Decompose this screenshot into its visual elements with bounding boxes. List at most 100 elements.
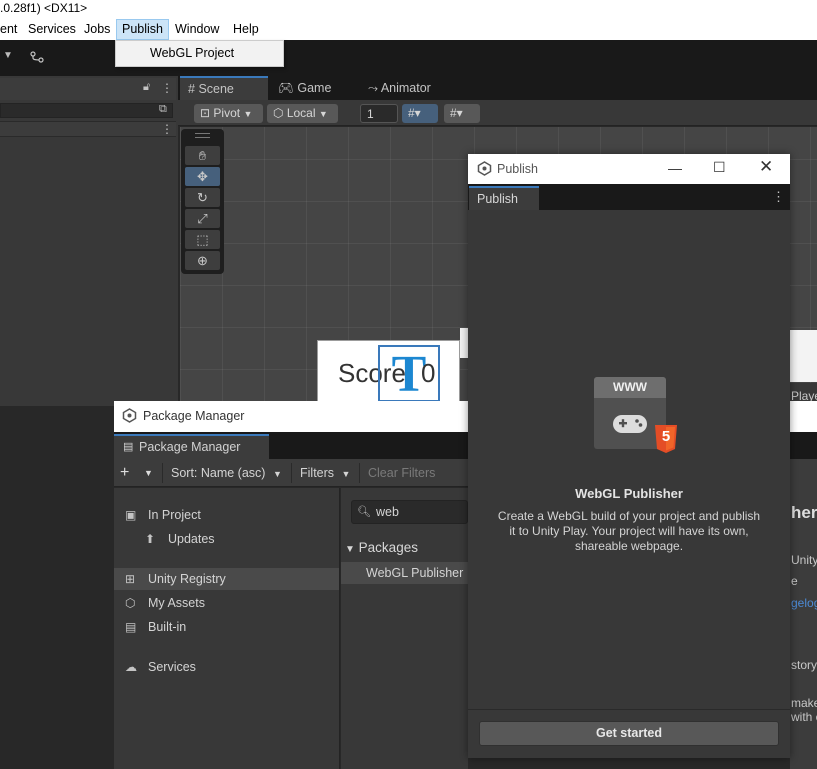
scene-toolbar: ⊡ Pivot ▼ ⬡ Local ▼ 1 #▾ #▾ [178, 100, 817, 126]
package-item-webgl-publisher[interactable]: WebGL Publisher [341, 562, 468, 584]
chevron-down-icon: ▼ [345, 544, 355, 555]
more-options-icon[interactable]: ⋮ [161, 81, 173, 95]
chevron-down-icon: ▼ [341, 469, 351, 479]
publish-dropdown-webgl-project[interactable]: WebGL Project [115, 40, 284, 67]
packages-group-label: Packages [358, 540, 418, 555]
hand-tool-icon[interactable]: ✋︎ [185, 146, 220, 165]
snap-value-input[interactable]: 1 [360, 104, 398, 123]
sidebar-item-my-assets[interactable]: ⬡ My Assets [114, 592, 339, 614]
tab-package-manager-label: Package Manager [139, 440, 241, 454]
menu-jobs[interactable]: Jobs [79, 19, 115, 40]
details-fragment-e: e [791, 574, 798, 588]
minimize-icon[interactable]: — [668, 160, 682, 176]
tab-animator-label: Animator [380, 81, 431, 95]
search-icon: 🔍︎ [357, 506, 371, 518]
changelog-link-fragment[interactable]: gelog [791, 596, 817, 610]
local-dropdown[interactable]: ⬡ Local ▼ [267, 104, 338, 123]
sidebar-item-label: Services [148, 660, 196, 674]
scene-tab-bar: # Scene 🎮︎ Game ⤳ Animator [178, 76, 817, 100]
score-value: 0 [421, 358, 436, 388]
menu-window[interactable]: Window [170, 19, 224, 40]
gamepad-icon [613, 415, 647, 433]
add-package-button[interactable]: + ▼ [120, 463, 158, 483]
menu-bar: ent Services Jobs Publish Window Help [0, 19, 817, 40]
background-window-fragment [790, 330, 817, 382]
increment-snap-icon: #▾ [450, 106, 463, 120]
pivot-dropdown[interactable]: ⊡ Pivot ▼ [194, 104, 263, 123]
sidebar-item-label: Built-in [148, 620, 187, 634]
tab-publish[interactable]: Publish [469, 186, 539, 210]
local-label: Local [286, 106, 316, 120]
version-control-icon[interactable] [30, 51, 44, 63]
package-search-input[interactable]: 🔍︎ web [351, 500, 468, 524]
project-icon: ▣ [125, 508, 137, 522]
pivot-icon: ⊡ [200, 106, 211, 120]
publish-description: Create a WebGL build of your project and… [497, 509, 761, 553]
grid-snap-toggle[interactable]: #▾ [402, 104, 438, 123]
maximize-icon[interactable]: ☐ [713, 159, 726, 176]
tab-game-label: Game [297, 81, 332, 95]
packages-group-header[interactable]: ▼ Packages [345, 540, 418, 555]
publish-window-title: Publish [468, 154, 790, 184]
more-options-icon[interactable]: ⋮ [772, 189, 785, 205]
builtin-icon: ▤ [125, 620, 137, 634]
background-window-fragment-left [460, 328, 468, 358]
hierarchy-subheader: ⋮ [0, 121, 176, 137]
dropdown-arrow-icon[interactable]: ▼ [3, 50, 13, 61]
hierarchy-search-input[interactable] [0, 103, 173, 118]
transform-tool-icon[interactable]: ⊕ [185, 251, 220, 270]
increment-snap-toggle[interactable]: #▾ [444, 104, 480, 123]
update-icon: ⬆︎ [145, 532, 156, 546]
more-options-icon[interactable]: ⋮ [161, 122, 173, 136]
sidebar-item-in-project[interactable]: ▣ In Project [114, 504, 339, 526]
move-tool-icon[interactable]: ✥ [185, 167, 220, 186]
get-started-button[interactable]: Get started [479, 721, 779, 746]
sidebar-item-updates[interactable]: ⬆︎ Updates [114, 528, 339, 550]
palette-handle[interactable] [195, 133, 210, 138]
package-list [341, 488, 468, 769]
grid-snap-icon: #▾ [408, 106, 421, 120]
publish-window: Publish — ☐ ✕ Publish ⋮ WWW 5 WebGL Publ… [468, 154, 790, 758]
tab-game[interactable]: 🎮︎ Game [278, 76, 331, 100]
search-value: web [376, 505, 399, 519]
www-label: WWW [594, 377, 666, 398]
sidebar-item-services[interactable]: ☁︎ Services [114, 656, 339, 678]
pivot-label: Pivot [213, 106, 241, 120]
menu-services[interactable]: Services [23, 19, 81, 40]
close-icon[interactable]: ✕ [759, 157, 773, 177]
window-title: .0.28f1) <DX11> [0, 0, 817, 19]
details-title-fragment: her [791, 503, 817, 522]
sidebar-item-label: Updates [168, 532, 215, 546]
publish-heading: WebGL Publisher [575, 486, 683, 501]
sidebar-item-unity-registry[interactable]: ⊞ Unity Registry [114, 568, 339, 590]
cloud-icon: ☁︎ [125, 660, 137, 674]
sidebar-item-built-in[interactable]: ▤ Built-in [114, 616, 339, 638]
gamepad-icon: 🎮︎ [278, 81, 294, 95]
sidebar-item-label: My Assets [148, 596, 205, 610]
details-fragment-unity: Unity [791, 553, 817, 567]
sidebar-item-label: Unity Registry [148, 572, 226, 586]
filters-dropdown[interactable]: Filters ▼ [291, 463, 357, 483]
details-fragment-history: story [791, 658, 817, 672]
chevron-down-icon: ▼ [243, 109, 253, 119]
add-label: + [120, 464, 130, 481]
rect-tool-icon[interactable]: ⬚ [185, 230, 220, 249]
scale-tool-icon[interactable]: ⤢ [185, 209, 220, 228]
chevron-down-icon: ▼ [144, 468, 153, 478]
tab-animator[interactable]: ⤳ Animator [368, 76, 431, 100]
menu-help[interactable]: Help [228, 19, 264, 40]
tab-package-manager[interactable]: ▤ Package Manager [114, 434, 269, 459]
unity-logo-icon [122, 408, 137, 423]
rotate-tool-icon[interactable]: ↻ [185, 188, 220, 207]
hierarchy-header: 🔓︎ ⋮ [0, 78, 176, 100]
animator-icon: ⤳ [368, 81, 379, 95]
sort-dropdown[interactable]: Sort: Name (asc) ▼ [162, 463, 288, 483]
clear-filters-button[interactable]: Clear Filters [359, 463, 444, 483]
menu-component[interactable]: ent [0, 19, 22, 40]
lock-icon[interactable]: 🔓︎ [143, 81, 150, 94]
tool-palette: ✋︎ ✥ ↻ ⤢ ⬚ ⊕ [181, 129, 224, 274]
menu-publish[interactable]: Publish [116, 19, 169, 40]
tab-scene[interactable]: # Scene [180, 76, 268, 100]
search-expand-icon[interactable]: ⧉ [159, 103, 167, 116]
details-fragment-with: with c [791, 710, 817, 724]
